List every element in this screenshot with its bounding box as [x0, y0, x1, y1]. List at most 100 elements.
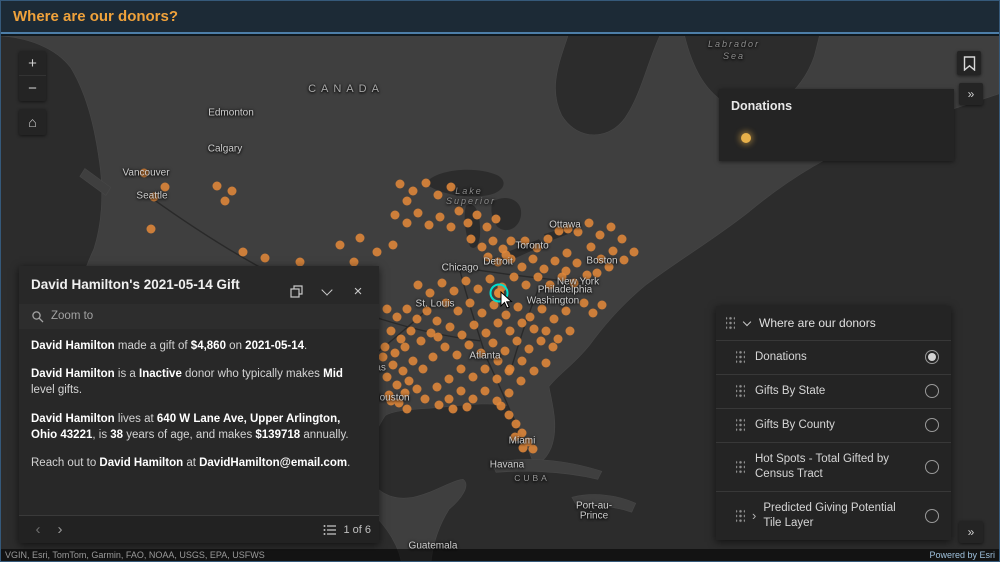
- donation-dot[interactable]: [386, 396, 396, 406]
- donation-dot[interactable]: [582, 270, 592, 280]
- donation-dot[interactable]: [372, 247, 382, 257]
- donation-dot[interactable]: [388, 240, 398, 250]
- donation-dot[interactable]: [398, 366, 408, 376]
- bookmark-button[interactable]: [957, 51, 981, 75]
- donation-dot[interactable]: [586, 242, 596, 252]
- donation-dot[interactable]: [529, 324, 539, 334]
- zoom-out-button[interactable]: −: [19, 76, 46, 101]
- donation-dot[interactable]: [579, 298, 589, 308]
- donation-dot[interactable]: [477, 308, 487, 318]
- donation-dot[interactable]: [504, 388, 514, 398]
- donation-dot[interactable]: [456, 364, 466, 374]
- donation-dot[interactable]: [440, 342, 450, 352]
- donation-dot[interactable]: [604, 262, 614, 272]
- donation-dot[interactable]: [606, 222, 616, 232]
- donation-dot[interactable]: [355, 233, 365, 243]
- donation-dot[interactable]: [563, 224, 573, 234]
- donation-dot[interactable]: [444, 394, 454, 404]
- donation-dot[interactable]: [509, 272, 519, 282]
- layer-visibility-radio[interactable]: [925, 459, 939, 474]
- donation-dot[interactable]: [422, 306, 432, 316]
- layer-row-donations[interactable]: Donations: [716, 340, 951, 374]
- donation-dot[interactable]: [468, 372, 478, 382]
- donation-dot[interactable]: [528, 254, 538, 264]
- donation-dot[interactable]: [595, 230, 605, 240]
- donation-dot[interactable]: [543, 234, 553, 244]
- drag-handle-icon[interactable]: [736, 459, 745, 474]
- home-button[interactable]: ⌂: [19, 109, 46, 135]
- donation-dot[interactable]: [472, 210, 482, 220]
- donation-dot[interactable]: [382, 304, 392, 314]
- drag-handle-icon[interactable]: [736, 384, 745, 399]
- drag-handle-icon[interactable]: [736, 508, 745, 523]
- donation-dot[interactable]: [435, 212, 445, 222]
- donation-dot[interactable]: [386, 326, 396, 336]
- donation-dot[interactable]: [562, 248, 572, 258]
- donation-dot[interactable]: [400, 342, 410, 352]
- donation-dot[interactable]: [395, 179, 405, 189]
- donation-dot[interactable]: [537, 304, 547, 314]
- donation-dot[interactable]: [382, 372, 392, 382]
- expand-panel-button-bottom[interactable]: »: [959, 521, 983, 543]
- donation-dot[interactable]: [469, 320, 479, 330]
- donation-dot[interactable]: [390, 348, 400, 358]
- donation-dot[interactable]: [506, 236, 516, 246]
- donation-dot[interactable]: [468, 394, 478, 404]
- donation-dot[interactable]: [557, 272, 567, 282]
- donation-dot[interactable]: [488, 236, 498, 246]
- donation-dot[interactable]: [491, 214, 501, 224]
- donation-dot[interactable]: [418, 364, 428, 374]
- donation-dot[interactable]: [139, 168, 149, 178]
- donation-dot[interactable]: [533, 272, 543, 282]
- donation-dot[interactable]: [528, 444, 538, 454]
- donation-dot[interactable]: [452, 350, 462, 360]
- donation-dot[interactable]: [420, 394, 430, 404]
- donation-dot[interactable]: [466, 234, 476, 244]
- donation-dot[interactable]: [496, 401, 506, 411]
- donation-dot[interactable]: [532, 243, 542, 253]
- donation-dot[interactable]: [473, 284, 483, 294]
- layer-visibility-radio[interactable]: [925, 384, 939, 399]
- donation-dot[interactable]: [412, 314, 422, 324]
- donation-dot[interactable]: [592, 268, 602, 278]
- donation-dot[interactable]: [521, 280, 531, 290]
- donation-dot[interactable]: [404, 376, 414, 386]
- donation-dot[interactable]: [482, 222, 492, 232]
- donation-dot[interactable]: [529, 366, 539, 376]
- donation-dot[interactable]: [517, 318, 527, 328]
- donation-dot[interactable]: [412, 384, 422, 394]
- previous-feature-button[interactable]: ‹: [27, 519, 49, 541]
- map-canvas[interactable]: CANADA Labrador Sea Edmonton Calgary Vancouve…: [1, 36, 999, 561]
- donation-dot[interactable]: [335, 240, 345, 250]
- selected-donation-dot[interactable]: [494, 288, 504, 298]
- donation-dot[interactable]: [525, 312, 535, 322]
- donation-dot[interactable]: [629, 247, 639, 257]
- donation-dot[interactable]: [434, 400, 444, 410]
- dock-button[interactable]: [287, 282, 305, 300]
- layer-row-gifts-by-state[interactable]: Gifts By State: [716, 373, 951, 408]
- drag-handle-icon[interactable]: [736, 350, 745, 365]
- donation-dot[interactable]: [212, 181, 222, 191]
- close-popup-button[interactable]: ×: [349, 282, 367, 300]
- donation-dot[interactable]: [445, 322, 455, 332]
- donation-dot[interactable]: [456, 386, 466, 396]
- donation-dot[interactable]: [493, 356, 503, 366]
- donation-dot[interactable]: [549, 314, 559, 324]
- donation-dot[interactable]: [476, 348, 486, 358]
- layer-row-gifts-by-county[interactable]: Gifts By County: [716, 407, 951, 442]
- donation-dot[interactable]: [408, 186, 418, 196]
- donation-dot[interactable]: [388, 360, 398, 370]
- donation-dot[interactable]: [504, 366, 514, 376]
- donation-dot[interactable]: [463, 218, 473, 228]
- donation-dot[interactable]: [462, 402, 472, 412]
- donation-dot[interactable]: [428, 352, 438, 362]
- donation-dot[interactable]: [390, 210, 400, 220]
- drag-handle-icon[interactable]: [736, 418, 745, 433]
- donation-dot[interactable]: [477, 242, 487, 252]
- donation-dot[interactable]: [513, 302, 523, 312]
- donation-dot[interactable]: [588, 308, 598, 318]
- donation-dot[interactable]: [539, 264, 549, 274]
- donation-dot[interactable]: [437, 278, 447, 288]
- donation-dot[interactable]: [260, 253, 270, 263]
- donation-dot[interactable]: [505, 326, 515, 336]
